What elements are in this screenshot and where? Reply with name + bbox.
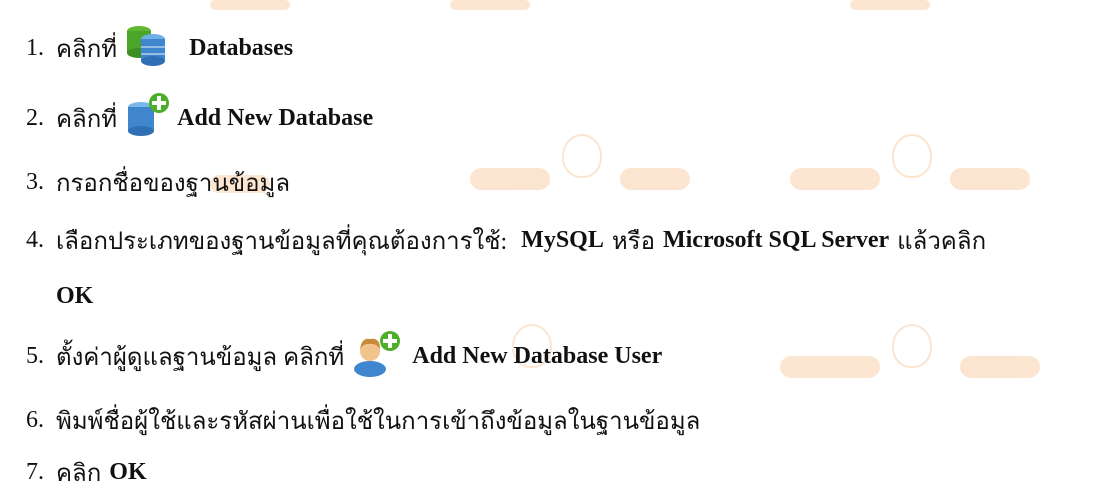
step-bold-label: Databases <box>189 34 294 61</box>
step-bold-ok: OK <box>56 282 94 309</box>
step-text: คลิกที่ <box>56 106 118 133</box>
step-bold-mssql: Microsoft SQL Server <box>662 226 890 253</box>
watermark-5 <box>150 0 1050 24</box>
watermark-3 <box>780 324 1040 400</box>
step-text-or: หรือ <box>611 228 655 255</box>
step-4-continued: OK <box>0 276 93 316</box>
watermark-1 <box>470 134 690 210</box>
step-2: 2. คลิกที่ Add New Database <box>0 92 373 144</box>
step-number: 3. <box>26 168 44 195</box>
step-5: 5. ตั้งค่าผู้ดูแลฐานข้อมูล คลิกที่ Add N… <box>0 330 662 382</box>
step-1: 1. คลิกที่ Databases <box>0 22 293 74</box>
step-3: 3. กรอกชื่อของฐานข้อมูล <box>0 162 290 202</box>
databases-icon <box>123 21 171 76</box>
step-number: 6. <box>26 406 44 433</box>
step-bold-label: Add New Database User <box>412 342 663 369</box>
step-number: 2. <box>26 104 44 131</box>
step-text: ตั้งค่าผู้ดูแลฐานข้อมูล คลิกที่ <box>56 344 345 371</box>
watermark-logo-icon <box>892 134 932 178</box>
step-text: คลิกที่ <box>56 36 118 63</box>
step-6: 6. พิมพ์ชื่อผู้ใช้และรหัสผ่านเพื่อใช้ในก… <box>0 400 700 440</box>
step-7: 7. คลิก OK <box>0 452 147 492</box>
step-4: 4. เลือกประเภทของฐานข้อมูลที่คุณต้องการใ… <box>0 220 986 260</box>
step-number: 5. <box>26 342 44 369</box>
step-bold-mysql: MySQL <box>521 226 604 253</box>
watermark-2 <box>790 134 1030 210</box>
step-number: 1. <box>26 34 44 61</box>
step-text-then: แล้วคลิก <box>897 228 987 255</box>
add-database-icon <box>123 91 171 146</box>
step-number: 7. <box>26 458 44 485</box>
step-number: 4. <box>26 226 44 253</box>
step-bold-label: OK <box>109 458 147 485</box>
step-text: พิมพ์ชื่อผู้ใช้และรหัสผ่านเพื่อใช้ในการเ… <box>56 408 701 435</box>
step-text: กรอกชื่อของฐานข้อมูล <box>56 170 291 197</box>
step-text: เลือกประเภทของฐานข้อมูลที่คุณต้องการใช้: <box>56 228 508 255</box>
watermark-logo-icon <box>562 134 602 178</box>
step-bold-label: Add New Database <box>177 104 374 131</box>
watermark-logo-icon <box>892 324 932 368</box>
add-user-icon <box>350 329 402 384</box>
step-text: คลิก <box>56 460 102 487</box>
